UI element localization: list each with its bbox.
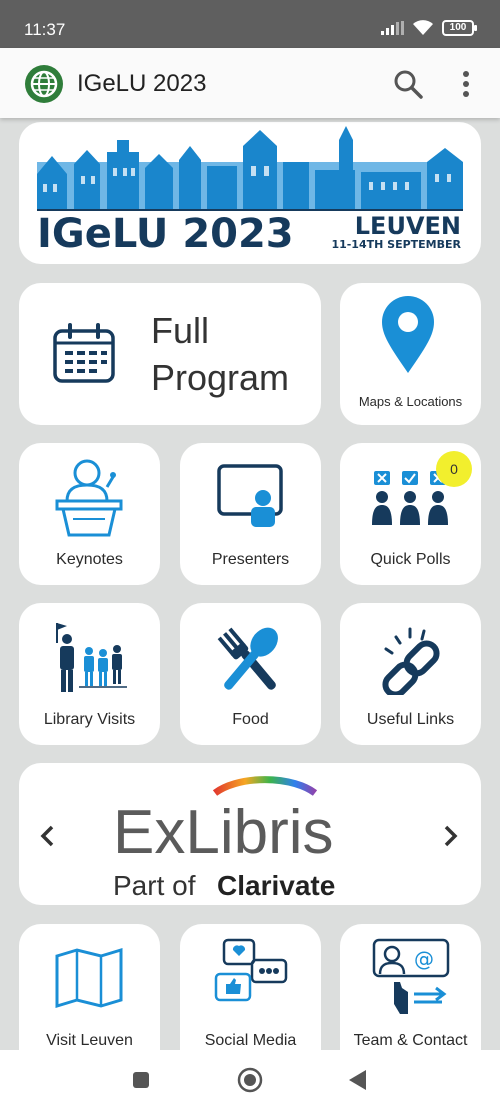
full-program-tile[interactable]: Full Program <box>19 283 321 425</box>
folded-map-icon <box>55 947 123 1008</box>
keynotes-label: Keynotes <box>56 551 123 568</box>
food-tile[interactable]: Food <box>180 603 321 745</box>
battery-icon: 100 <box>442 20 477 36</box>
quick-polls-count-badge: 0 <box>436 451 472 487</box>
conference-banner[interactable]: IGeLU 2023 LEUVEN 11-14TH SEPTEMBER <box>19 122 481 264</box>
maps-locations-label: Maps & Locations <box>358 394 463 409</box>
signal-icon <box>381 21 404 35</box>
sponsor-carousel[interactable]: ExLibris Part of Clarivate <box>19 763 481 905</box>
wifi-icon <box>413 20 433 35</box>
status-icons: 100 <box>381 20 477 36</box>
svg-text:ExLibris: ExLibris <box>113 798 334 867</box>
social-media-label: Social Media <box>204 1032 297 1049</box>
search-icon[interactable] <box>392 68 424 100</box>
food-label: Food <box>232 711 269 728</box>
system-nav-bar <box>0 1050 500 1111</box>
svg-text:@: @ <box>414 947 434 971</box>
chain-link-icon <box>382 627 440 695</box>
useful-links-label: Useful Links <box>366 711 455 728</box>
carousel-prev-icon[interactable] <box>39 825 57 847</box>
exlibris-logo: ExLibris Part of Clarivate <box>113 776 335 901</box>
visit-leuven-label: Visit Leuven <box>46 1032 133 1049</box>
svg-text:Clarivate: Clarivate <box>217 870 335 901</box>
status-time: 11:37 <box>24 20 66 39</box>
status-bar: 11:37 100 <box>0 0 500 48</box>
app-bar: IGeLU 2023 <box>0 48 500 118</box>
social-bubbles-icon <box>214 938 288 1002</box>
banner-dates: 11-14TH SEPTEMBER <box>331 238 461 251</box>
keynotes-tile[interactable]: Keynotes <box>19 443 160 585</box>
map-pin-icon <box>382 296 434 373</box>
useful-links-tile[interactable]: Useful Links <box>340 603 481 745</box>
home-button-icon[interactable] <box>237 1067 263 1093</box>
back-button-icon[interactable] <box>347 1069 367 1091</box>
leuven-skyline-illustration: IGeLU 2023 LEUVEN 11-14TH SEPTEMBER <box>37 126 463 257</box>
full-program-label: Full Program <box>151 310 290 398</box>
app-title: IGeLU 2023 <box>77 70 207 97</box>
library-visits-tile[interactable]: Library Visits <box>19 603 160 745</box>
banner-city: LEUVEN <box>355 212 461 240</box>
calendar-icon <box>53 323 115 383</box>
presenters-label: Presenters <box>211 551 290 568</box>
banner-title: IGeLU 2023 <box>37 211 294 257</box>
more-options-icon[interactable] <box>456 68 476 100</box>
presenter-screen-icon <box>217 464 283 527</box>
contact-person-icon: @ <box>372 938 450 1014</box>
maps-locations-tile[interactable]: Maps & Locations <box>340 283 481 425</box>
fork-spoon-icon <box>217 627 278 690</box>
presenters-tile[interactable]: Presenters <box>180 443 321 585</box>
library-visits-label: Library Visits <box>43 711 136 728</box>
globe-logo-icon <box>25 65 63 103</box>
tour-group-icon <box>56 623 127 692</box>
podium-speaker-icon <box>55 459 123 537</box>
carousel-next-icon[interactable] <box>441 825 459 847</box>
recents-button-icon[interactable] <box>132 1071 150 1089</box>
svg-text:Part of: Part of <box>113 870 196 901</box>
team-contact-label: Team & Contact <box>353 1032 468 1049</box>
quick-polls-label: Quick Polls <box>370 551 451 568</box>
